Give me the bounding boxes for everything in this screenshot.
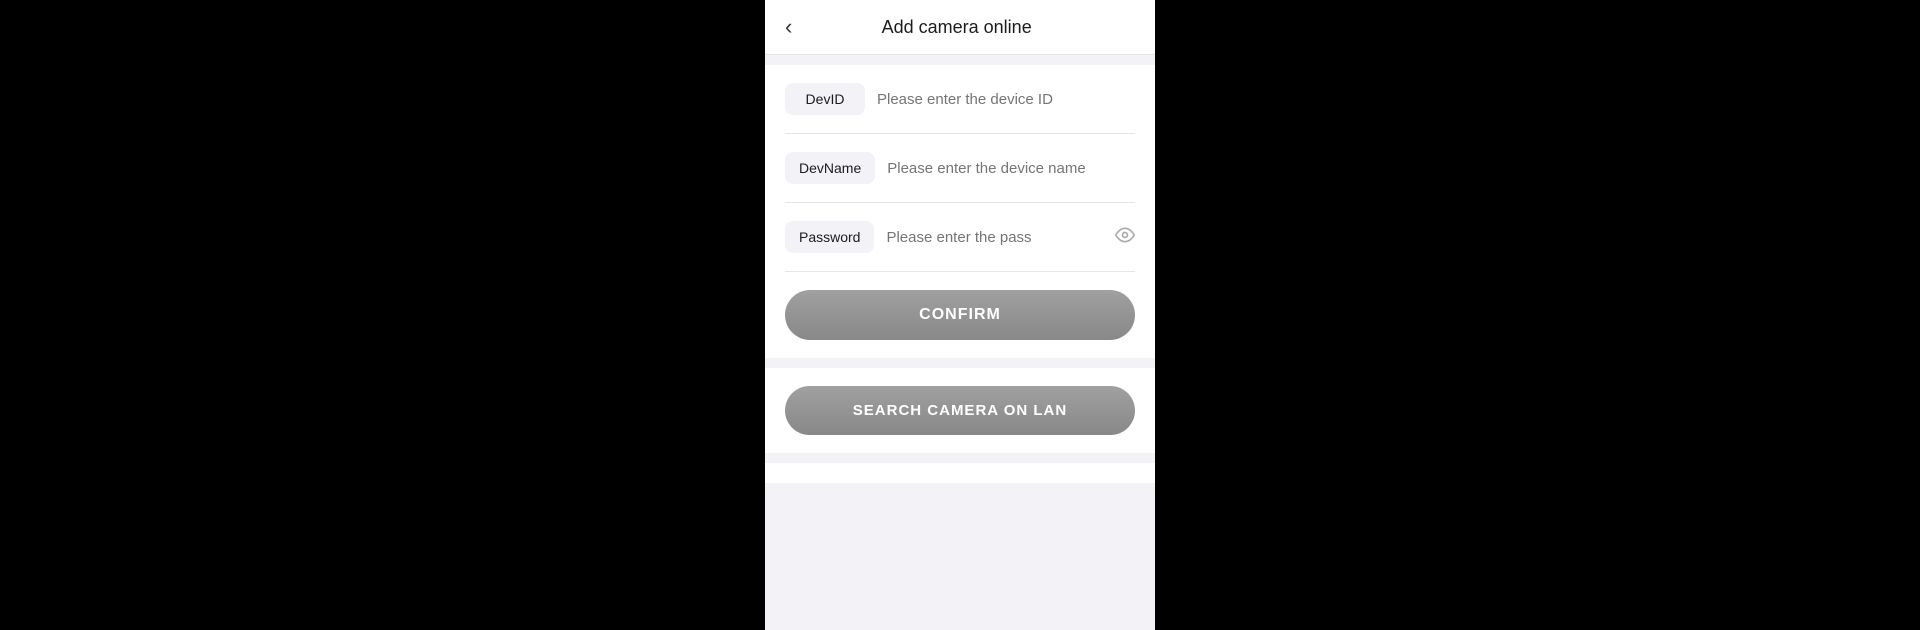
search-card: SEARCH CAMERA ON LAN — [765, 368, 1155, 453]
confirm-button[interactable]: CONFIRM — [785, 290, 1135, 340]
devid-input[interactable] — [877, 91, 1135, 108]
devname-label: DevName — [785, 152, 875, 184]
devid-row: DevID — [785, 65, 1135, 134]
phone-container: ‹ Add camera online DevID DevName Passwo… — [765, 0, 1155, 630]
password-label: Password — [785, 221, 874, 253]
partial-card — [765, 463, 1155, 483]
back-button[interactable]: ‹ — [785, 16, 792, 38]
eye-toggle-icon[interactable] — [1115, 225, 1135, 250]
search-camera-button[interactable]: SEARCH CAMERA ON LAN — [785, 386, 1135, 435]
devname-input[interactable] — [887, 160, 1135, 177]
password-input[interactable] — [886, 229, 1103, 246]
devid-label: DevID — [785, 83, 865, 115]
header: ‹ Add camera online — [765, 0, 1155, 55]
password-row: Password — [785, 203, 1135, 272]
form-card: DevID DevName Password CONFIRM — [765, 65, 1155, 358]
page-title: Add camera online — [808, 17, 1105, 38]
devname-row: DevName — [785, 134, 1135, 203]
